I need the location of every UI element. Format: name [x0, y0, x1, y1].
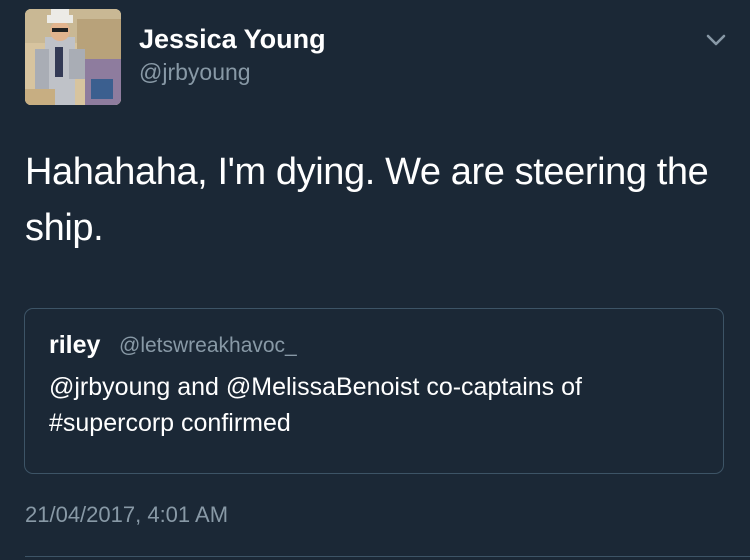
quoted-tweet-card[interactable]: riley @letswreakhavoc_ @jrbyoung and @Me… — [24, 308, 724, 474]
quoted-tweet-text: @jrbyoung and @MelissaBenoist co-captain… — [49, 373, 582, 437]
author-display-name[interactable]: Jessica Young — [139, 24, 326, 55]
avatar[interactable] — [25, 9, 121, 105]
avatar-image — [25, 9, 121, 105]
chevron-down-icon[interactable] — [702, 30, 730, 50]
divider — [25, 556, 750, 557]
tweet-text: Hahahaha, I'm dying. We are steering the… — [25, 151, 709, 249]
tweet-timestamp[interactable]: 21/04/2017, 4:01 AM — [25, 502, 228, 528]
author-handle[interactable]: @jrbyoung — [139, 59, 251, 86]
quoted-tweet-display-name: riley — [49, 331, 101, 359]
quoted-tweet-handle: @letswreakhavoc_ — [119, 334, 297, 357]
tweet: Jessica Young @jrbyoung Hahahaha, I'm dy… — [0, 0, 750, 560]
